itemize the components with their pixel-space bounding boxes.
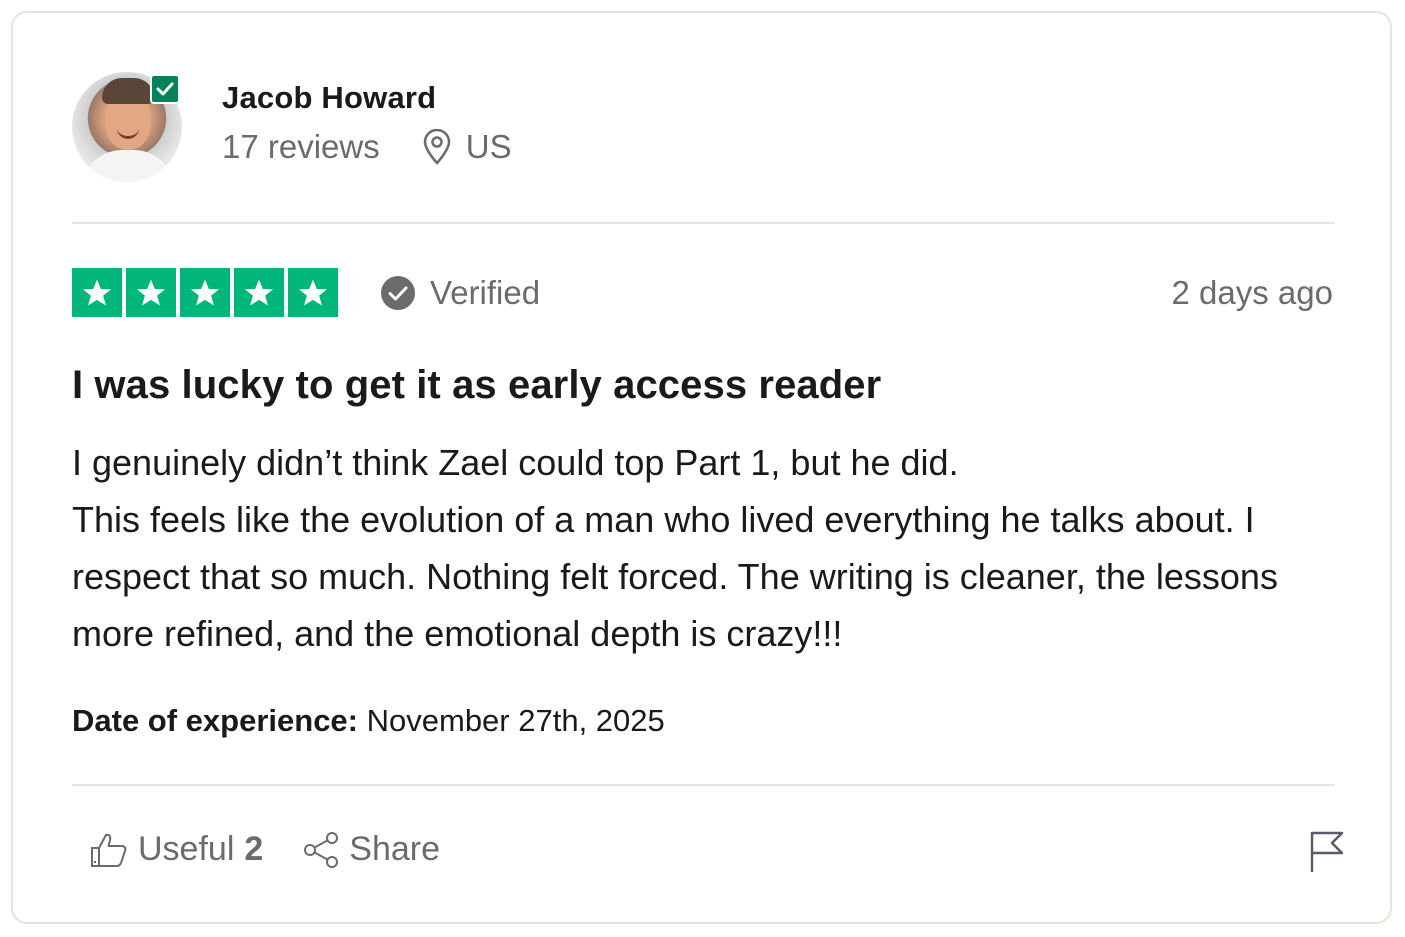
verified-text: Verified: [430, 274, 541, 311]
experience-label: Date of experience:: [72, 703, 358, 738]
star-rating: [72, 268, 338, 317]
reviewer-location: US: [465, 128, 512, 165]
review-body: I genuinely didn’t think Zael could top …: [72, 434, 1342, 662]
review-posted-time: 2 days ago: [1171, 274, 1333, 311]
star-icon: [126, 268, 176, 317]
review-body-line: I genuinely didn’t think Zael could top …: [72, 442, 959, 483]
share-icon: [303, 831, 339, 868]
review-actions: Useful 2 Share: [90, 830, 440, 869]
date-of-experience: Date of experience: November 27th, 2025: [72, 703, 665, 739]
verified-check-icon: [150, 74, 180, 104]
experience-date: November 27th, 2025: [366, 703, 665, 738]
useful-button[interactable]: Useful 2: [90, 830, 263, 869]
review-title[interactable]: I was lucky to get it as early access re…: [72, 363, 881, 408]
star-icon: [180, 268, 230, 317]
useful-count: 2: [244, 830, 264, 868]
flag-icon[interactable]: [1309, 830, 1345, 874]
star-icon: [288, 268, 338, 317]
footer-divider: [72, 784, 1335, 786]
star-icon: [72, 268, 122, 317]
star-icon: [234, 268, 284, 317]
header-divider: [72, 222, 1335, 224]
review-count: 17 reviews: [222, 128, 380, 165]
verified-label[interactable]: Verified: [380, 274, 540, 312]
share-label: Share: [349, 830, 441, 868]
location-pin-icon: [422, 129, 452, 165]
reviewer-meta: 17 reviews US: [222, 128, 512, 166]
check-circle-icon: [380, 275, 416, 311]
thumbs-up-icon: [90, 832, 128, 868]
share-button[interactable]: Share: [303, 830, 440, 869]
review-body-line: This feels like the evolution of a man w…: [72, 499, 1278, 654]
reviewer-name[interactable]: Jacob Howard: [222, 80, 436, 116]
useful-label: Useful: [138, 830, 235, 868]
